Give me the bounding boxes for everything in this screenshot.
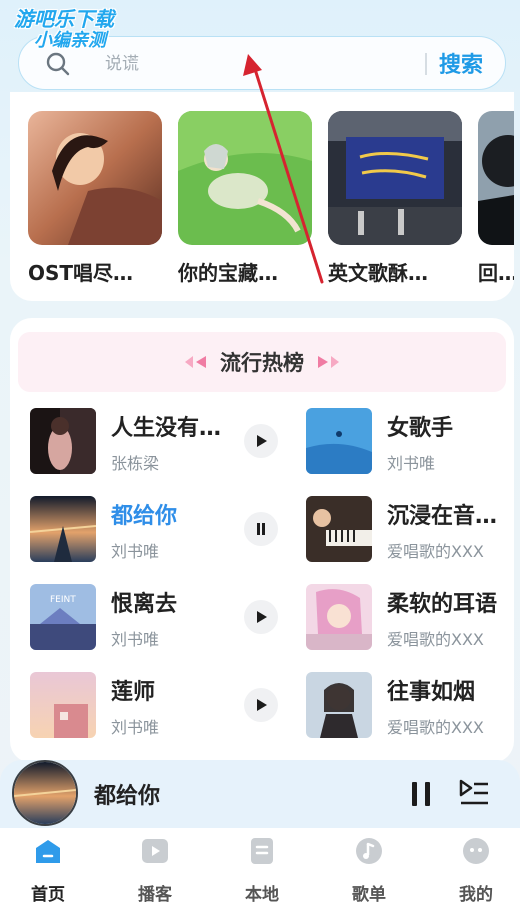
podcast-icon <box>142 839 168 863</box>
svg-text:FEINT: FEINT <box>50 595 76 605</box>
playlist-cover <box>328 111 462 245</box>
pause-icon <box>257 523 265 535</box>
playlist-item[interactable]: OST唱尽… <box>28 111 162 286</box>
song-row[interactable]: 都给你 刘书唯 <box>30 496 278 564</box>
playlist-item[interactable]: 回… <box>478 111 514 286</box>
song-row[interactable]: 沉浸在音… 爱唱歌的XXX <box>306 496 520 564</box>
song-title: 恨离去 <box>111 592 178 617</box>
song-cover: FEINT <box>30 584 96 650</box>
home-icon <box>36 840 60 863</box>
song-artist: 刘书唯 <box>387 454 436 473</box>
watermark-line-1: 游吧乐下载 <box>14 7 114 31</box>
playlist-title: OST唱尽… <box>28 261 134 285</box>
play-queue-icon[interactable] <box>458 778 490 808</box>
song-artist: 刘书唯 <box>111 718 160 737</box>
song-cover <box>306 584 372 650</box>
tab-profile[interactable]: 我的 <box>436 836 516 902</box>
hot-chart-card: 流行热榜 人生没有… 张栋梁 都给你 刘书唯 FEINT 恨离去 刘书唯 莲师 … <box>10 318 514 763</box>
tab-label: 首页 <box>31 885 65 902</box>
bottom-tab-bar: 首页 播客 本地 歌单 我的 <box>0 828 520 902</box>
song-cover <box>30 496 96 562</box>
song-row[interactable]: 人生没有… 张栋梁 <box>30 408 278 476</box>
song-title: 柔软的耳语 <box>387 592 498 617</box>
pause-icon[interactable] <box>408 780 434 808</box>
song-artist: 刘书唯 <box>111 542 160 561</box>
profile-face-icon <box>463 838 489 864</box>
search-input[interactable] <box>105 49 405 79</box>
song-row[interactable]: 莲师 刘书唯 <box>30 672 278 740</box>
play-button[interactable] <box>244 424 278 458</box>
tab-playlists[interactable]: 歌单 <box>329 836 409 902</box>
now-playing-title: 都给你 <box>94 784 161 809</box>
pause-button[interactable] <box>244 512 278 546</box>
search-button[interactable]: 搜索 <box>439 47 483 79</box>
watermark: 游吧乐下载 小编亲测 <box>14 8 114 52</box>
tab-local[interactable]: 本地 <box>222 836 302 902</box>
chevron-left-icon <box>185 356 206 368</box>
tab-label: 播客 <box>138 885 172 902</box>
song-cover <box>306 496 372 562</box>
song-cover <box>30 408 96 474</box>
chevron-right-icon <box>318 356 339 368</box>
song-row[interactable]: 女歌手 刘书唯 <box>306 408 520 476</box>
song-cover <box>30 672 96 738</box>
song-cover <box>306 408 372 474</box>
now-playing-cover[interactable] <box>12 760 78 826</box>
play-button[interactable] <box>244 688 278 722</box>
tab-home[interactable]: 首页 <box>8 836 88 902</box>
search-divider <box>425 53 427 75</box>
song-row[interactable]: FEINT 恨离去 刘书唯 <box>30 584 278 652</box>
playlist-cover <box>478 111 514 245</box>
playlist-carousel[interactable]: OST唱尽… 你的宝藏… 英文歌酥… 回… <box>10 92 514 301</box>
playlist-title: 你的宝藏… <box>178 261 278 285</box>
song-title: 女歌手 <box>387 416 454 441</box>
song-title: 人生没有… <box>111 416 222 441</box>
search-icon <box>46 52 70 76</box>
chart-title: 流行热榜 <box>220 351 304 375</box>
watermark-line-2: 小编亲测 <box>34 30 106 51</box>
chart-header[interactable]: 流行热榜 <box>18 332 506 392</box>
local-music-icon <box>251 838 273 864</box>
mini-player[interactable]: 都给你 <box>0 760 520 828</box>
play-icon <box>257 435 267 447</box>
song-row[interactable]: 柔软的耳语 爱唱歌的XXX <box>306 584 520 652</box>
playlist-title: 英文歌酥… <box>328 261 428 285</box>
tab-label: 我的 <box>459 885 493 902</box>
song-artist: 爱唱歌的XXX <box>387 718 484 737</box>
song-row[interactable]: 往事如烟 爱唱歌的XXX <box>306 672 520 740</box>
playlist-cover <box>28 111 162 245</box>
tab-label: 本地 <box>245 885 279 902</box>
playlist-note-icon <box>356 838 382 864</box>
tab-label: 歌单 <box>352 885 386 902</box>
song-artist: 爱唱歌的XXX <box>387 630 484 649</box>
song-artist: 爱唱歌的XXX <box>387 542 484 561</box>
song-title: 往事如烟 <box>387 680 476 705</box>
play-button[interactable] <box>244 600 278 634</box>
playlist-item[interactable]: 英文歌酥… <box>328 111 462 286</box>
playlist-cover <box>178 111 312 245</box>
tab-podcast[interactable]: 播客 <box>115 836 195 902</box>
song-title: 莲师 <box>111 680 156 705</box>
song-artist: 刘书唯 <box>111 630 160 649</box>
playlist-title: 回… <box>478 261 514 285</box>
song-artist: 张栋梁 <box>111 454 160 473</box>
play-icon <box>257 611 267 623</box>
song-title: 沉浸在音… <box>387 504 498 529</box>
song-title: 都给你 <box>111 504 178 529</box>
playlist-item[interactable]: 你的宝藏… <box>178 111 312 286</box>
song-cover <box>306 672 372 738</box>
play-icon <box>257 699 267 711</box>
